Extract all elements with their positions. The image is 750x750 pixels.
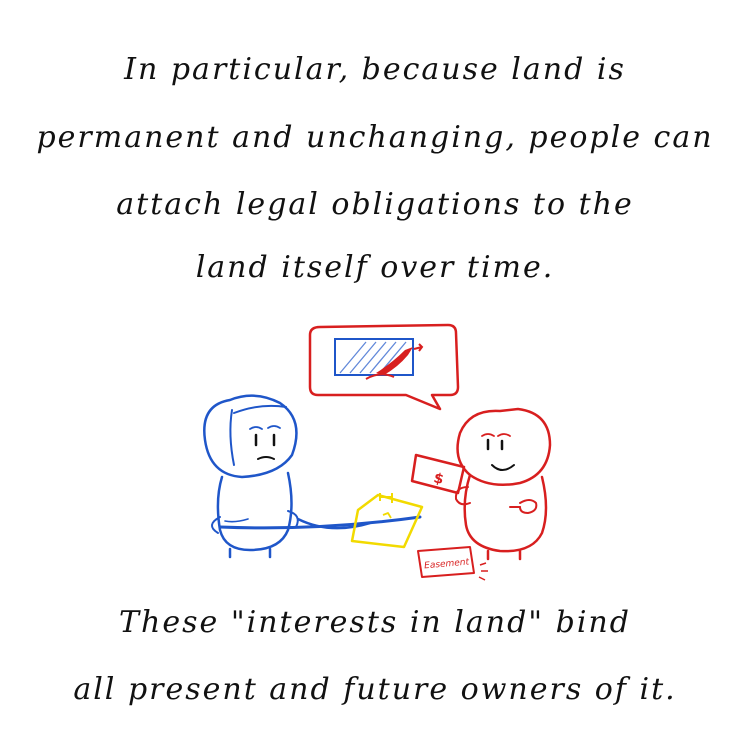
land-picture-icon: [334, 338, 424, 380]
caption-line-2: permanent and unchanging, people can: [36, 120, 714, 155]
blue-character: [203, 394, 299, 559]
money-bill-icon: $: [410, 453, 466, 495]
money-symbol: $: [432, 470, 445, 488]
easement-tag: Easement: [417, 546, 488, 581]
caption-line-4: land itself over time.: [195, 250, 555, 285]
bottom-caption-line-2: all present and future owners of it.: [73, 672, 677, 707]
illustration-svg: $ Easement: [203, 323, 552, 581]
bottom-caption-line-1: These "interests in land" bind: [119, 605, 631, 640]
speech-bubble: [308, 323, 460, 411]
easement-label: Easement: [424, 557, 470, 571]
illustration: $ Easement: [170, 315, 590, 590]
red-character: [454, 407, 552, 561]
caption-line-3: attach legal obligations to the: [116, 187, 634, 222]
caption-line-1: In particular, because land is: [124, 52, 626, 87]
